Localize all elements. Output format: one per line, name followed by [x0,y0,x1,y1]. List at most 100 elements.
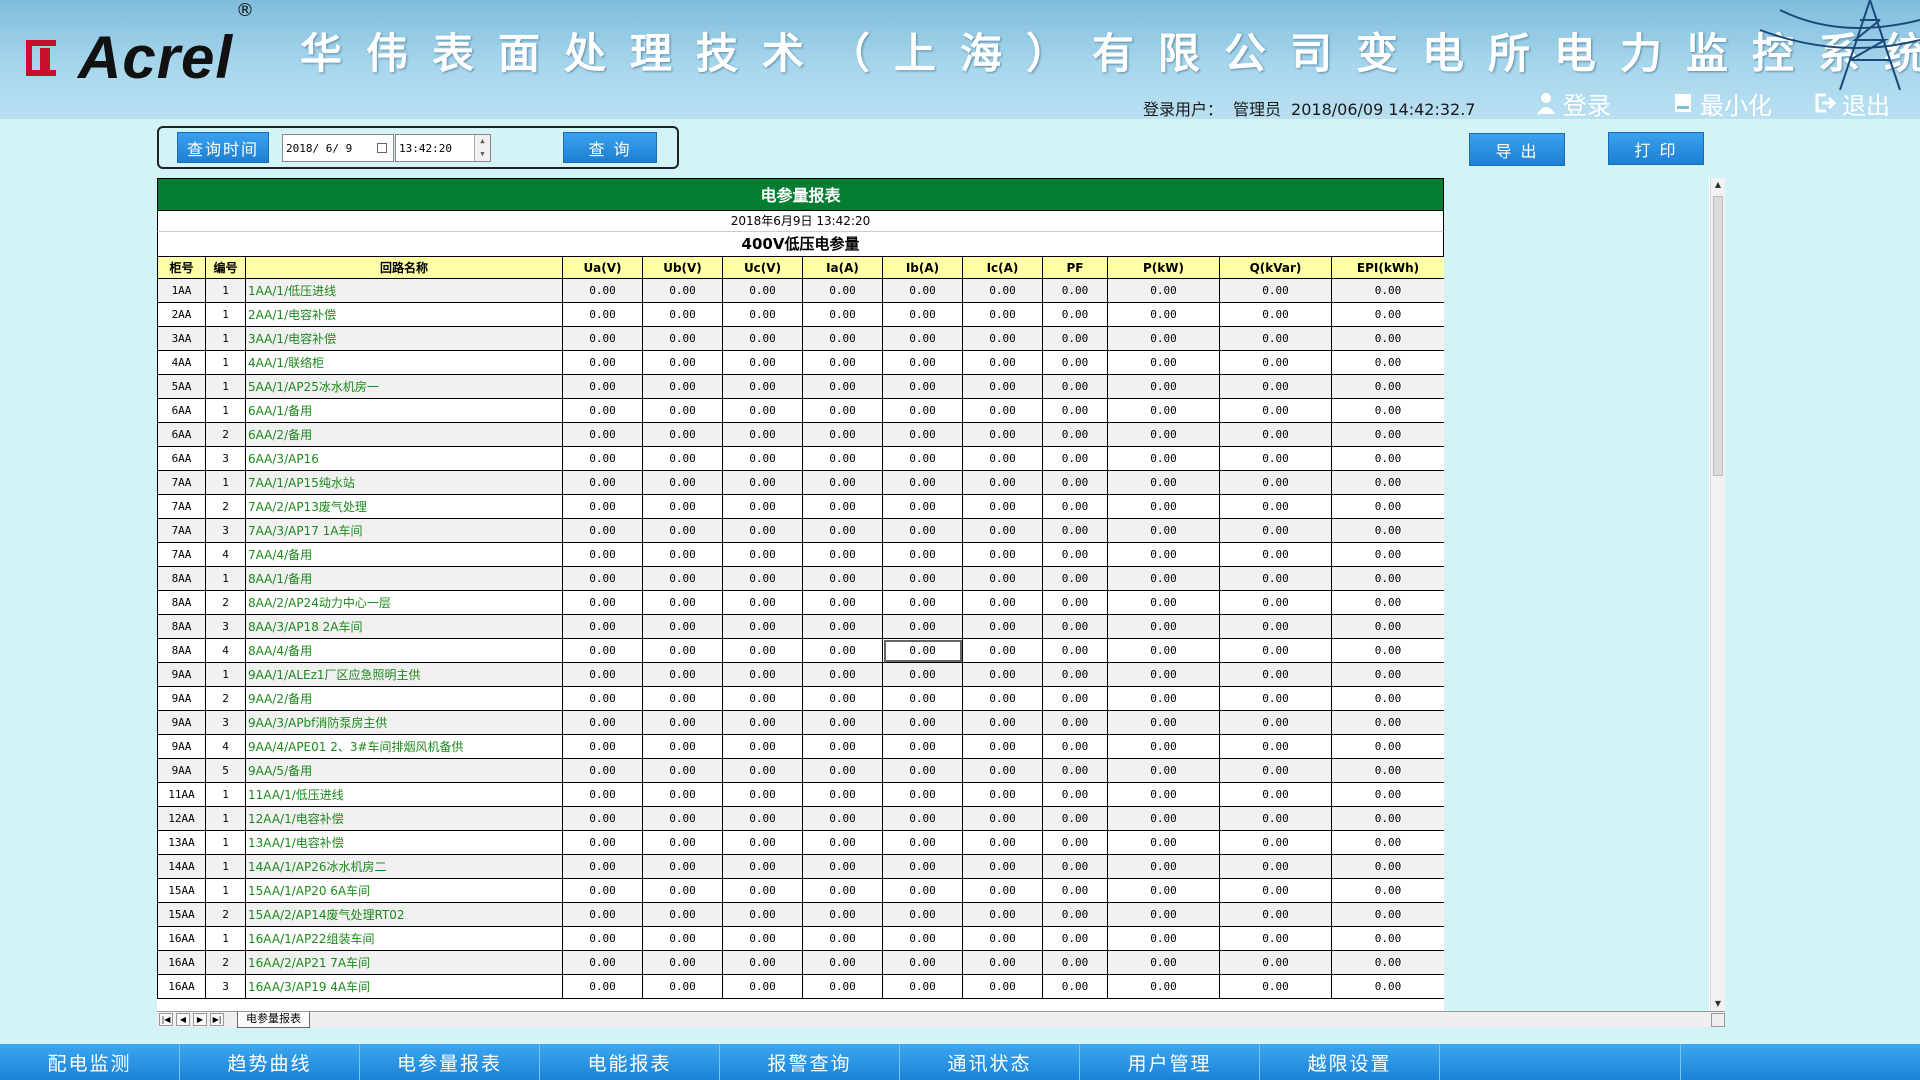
value-cell[interactable]: 0.00 [1219,950,1332,975]
value-cell[interactable]: 0.00 [722,878,803,903]
value-cell[interactable]: 0.00 [1042,398,1108,423]
value-cell[interactable]: 0.00 [882,878,963,903]
nav-energy-report[interactable]: 电能报表 [540,1044,720,1080]
value-cell[interactable]: 0.00 [962,758,1043,783]
value-cell[interactable]: 0.00 [642,878,723,903]
value-cell[interactable]: 0.00 [1042,374,1108,399]
number-cell[interactable]: 4 [205,734,246,759]
sheet-tab[interactable]: 电参量报表 [237,1012,310,1028]
value-cell[interactable]: 0.00 [802,374,883,399]
cabinet-cell[interactable]: 7AA [157,518,206,543]
value-cell[interactable]: 0.00 [802,830,883,855]
value-cell[interactable]: 0.00 [642,278,723,303]
number-cell[interactable]: 2 [205,590,246,615]
value-cell[interactable]: 0.00 [1107,494,1220,519]
value-cell[interactable]: 0.00 [642,830,723,855]
value-cell[interactable]: 0.00 [882,926,963,951]
value-cell[interactable]: 0.00 [882,638,963,663]
value-cell[interactable]: 0.00 [1219,374,1332,399]
cabinet-cell[interactable]: 8AA [157,566,206,591]
value-cell[interactable]: 0.00 [1219,734,1332,759]
date-picker[interactable]: 2018/ 6/ 9 [282,134,394,162]
value-cell[interactable]: 0.00 [962,950,1043,975]
value-cell[interactable]: 0.00 [722,638,803,663]
cabinet-cell[interactable]: 9AA [157,758,206,783]
value-cell[interactable]: 0.00 [1107,566,1220,591]
value-cell[interactable]: 0.00 [1331,590,1444,615]
cabinet-cell[interactable]: 9AA [157,662,206,687]
value-cell[interactable]: 0.00 [802,614,883,639]
value-cell[interactable]: 0.00 [962,518,1043,543]
value-cell[interactable]: 0.00 [1107,734,1220,759]
value-cell[interactable]: 0.00 [1219,926,1332,951]
value-cell[interactable]: 0.00 [802,686,883,711]
value-cell[interactable]: 0.00 [1042,542,1108,567]
value-cell[interactable]: 0.00 [562,614,643,639]
value-cell[interactable]: 0.00 [1042,662,1108,687]
value-cell[interactable]: 0.00 [1042,302,1108,327]
minimize-button[interactable]: 最小化 [1672,88,1772,119]
value-cell[interactable]: 0.00 [1107,470,1220,495]
value-cell[interactable]: 0.00 [722,470,803,495]
cabinet-cell[interactable]: 3AA [157,326,206,351]
value-cell[interactable]: 0.00 [1331,734,1444,759]
circuit-name-cell[interactable]: 16AA/1/AP22组装车间 [245,926,563,951]
value-cell[interactable]: 0.00 [1107,638,1220,663]
value-cell[interactable]: 0.00 [962,374,1043,399]
circuit-name-cell[interactable]: 7AA/4/备用 [245,542,563,567]
value-cell[interactable]: 0.00 [722,590,803,615]
value-cell[interactable]: 0.00 [802,782,883,807]
value-cell[interactable]: 0.00 [1042,518,1108,543]
nav-trend-curve[interactable]: 趋势曲线 [180,1044,360,1080]
number-cell[interactable]: 1 [205,470,246,495]
value-cell[interactable]: 0.00 [962,782,1043,807]
value-cell[interactable]: 0.00 [642,470,723,495]
value-cell[interactable]: 0.00 [1107,302,1220,327]
value-cell[interactable]: 0.00 [962,878,1043,903]
value-cell[interactable]: 0.00 [962,854,1043,879]
value-cell[interactable]: 0.00 [562,422,643,447]
value-cell[interactable]: 0.00 [962,710,1043,735]
value-cell[interactable]: 0.00 [962,806,1043,831]
value-cell[interactable]: 0.00 [1331,710,1444,735]
value-cell[interactable]: 0.00 [1042,950,1108,975]
value-cell[interactable]: 0.00 [1042,350,1108,375]
value-cell[interactable]: 0.00 [882,542,963,567]
value-cell[interactable]: 0.00 [882,518,963,543]
value-cell[interactable]: 0.00 [1107,830,1220,855]
value-cell[interactable]: 0.00 [962,686,1043,711]
value-cell[interactable]: 0.00 [722,350,803,375]
circuit-name-cell[interactable]: 3AA/1/电容补偿 [245,326,563,351]
value-cell[interactable]: 0.00 [562,662,643,687]
value-cell[interactable]: 0.00 [1107,398,1220,423]
circuit-name-cell[interactable]: 12AA/1/电容补偿 [245,806,563,831]
value-cell[interactable]: 0.00 [1219,590,1332,615]
value-cell[interactable]: 0.00 [962,590,1043,615]
value-cell[interactable]: 0.00 [722,566,803,591]
number-cell[interactable]: 1 [205,806,246,831]
value-cell[interactable]: 0.00 [722,518,803,543]
value-cell[interactable]: 0.00 [642,710,723,735]
value-cell[interactable]: 0.00 [962,638,1043,663]
value-cell[interactable]: 0.00 [642,446,723,471]
value-cell[interactable]: 0.00 [722,734,803,759]
value-cell[interactable]: 0.00 [802,638,883,663]
value-cell[interactable]: 0.00 [722,398,803,423]
value-cell[interactable]: 0.00 [1042,830,1108,855]
value-cell[interactable]: 0.00 [882,590,963,615]
circuit-name-cell[interactable]: 9AA/4/APE01 2、3#车间排烟风机备供 [245,734,563,759]
circuit-name-cell[interactable]: 6AA/3/AP16 [245,446,563,471]
scroll-thumb[interactable] [1713,196,1723,476]
value-cell[interactable]: 0.00 [1331,518,1444,543]
number-cell[interactable]: 1 [205,878,246,903]
cabinet-cell[interactable]: 11AA [157,782,206,807]
nav-user-management[interactable]: 用户管理 [1080,1044,1260,1080]
number-cell[interactable]: 1 [205,566,246,591]
value-cell[interactable]: 0.00 [882,830,963,855]
value-cell[interactable]: 0.00 [1331,926,1444,951]
value-cell[interactable]: 0.00 [802,326,883,351]
value-cell[interactable]: 0.00 [1042,974,1108,999]
value-cell[interactable]: 0.00 [722,710,803,735]
value-cell[interactable]: 0.00 [562,302,643,327]
value-cell[interactable]: 0.00 [1042,758,1108,783]
